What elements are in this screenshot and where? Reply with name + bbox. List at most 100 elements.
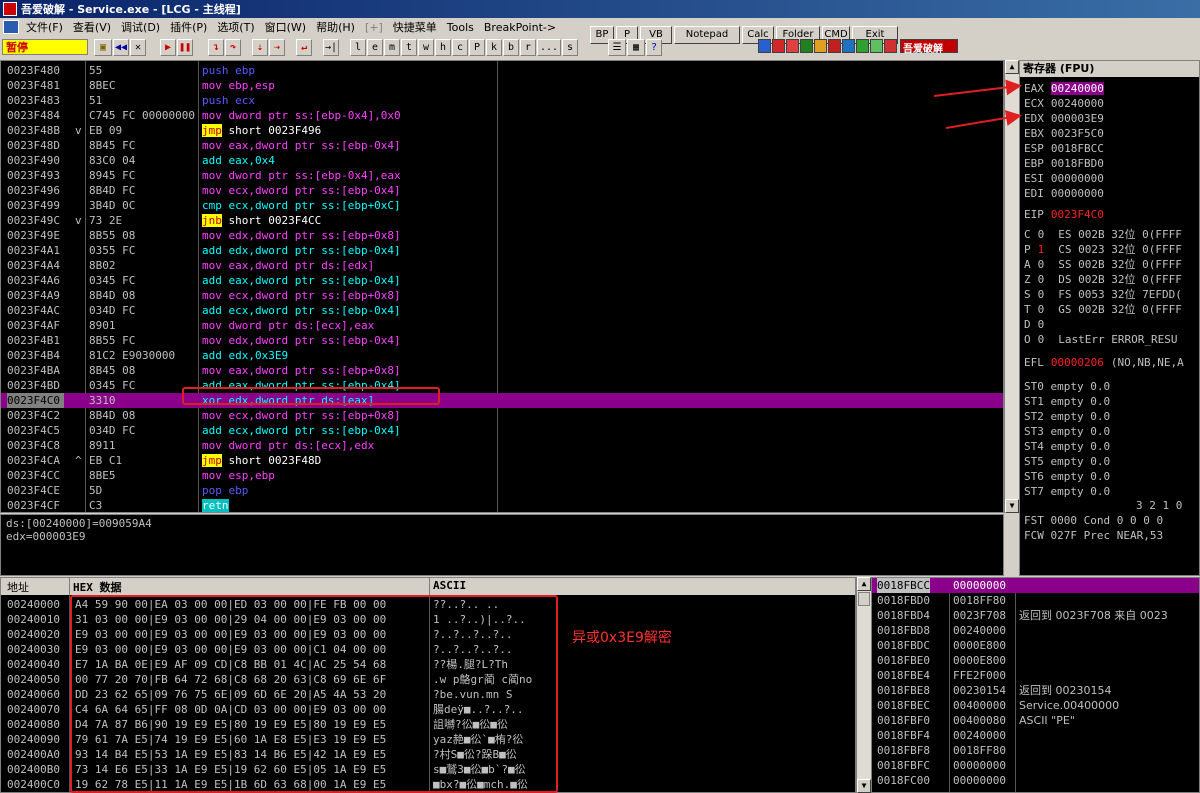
stack-row[interactable]: 0018FBE4 FFE2F000 <box>872 668 1199 683</box>
dump-header-ascii[interactable]: ASCII <box>433 579 466 592</box>
disasm-row[interactable]: 0023F4AF 8901 mov dword ptr ds:[ecx],eax <box>1 318 1003 333</box>
plugin-icon-8[interactable] <box>856 39 869 53</box>
window-runtrace-button[interactable]: ... <box>537 39 561 56</box>
disasm-row[interactable]: 0023F480 55 push ebp <box>1 63 1003 78</box>
disasm-row[interactable]: 0023F49C v 73 2E jnb short 0023F4CC <box>1 213 1003 228</box>
flag-c[interactable]: C 0 ES 002B 32位 0(FFFF <box>1024 227 1182 242</box>
goto-icon[interactable]: →| <box>323 39 339 56</box>
execute-till-return-icon[interactable]: ↵ <box>296 39 312 56</box>
disassembly-pane[interactable]: 0023F480 55 push ebp 0023F481 8BEC mov ebp,es… <box>0 60 1004 513</box>
disasm-row[interactable]: 0023F490 83C0 04 add eax,0x4 <box>1 153 1003 168</box>
restart-icon[interactable]: ◀◀ <box>113 39 129 56</box>
list-icon[interactable]: ☰ <box>608 39 626 56</box>
stack-row[interactable]: 0018FBD4 0023F708 返回到 0023F708 来自 0023 <box>872 608 1199 623</box>
help-icon[interactable]: ? <box>646 39 662 56</box>
menu-view[interactable]: 查看(V) <box>68 19 116 35</box>
register-esi[interactable]: ESI 00000000 <box>1024 171 1104 186</box>
fpu-control-word[interactable]: FCW 027F Prec NEAR,53 <box>1024 528 1163 543</box>
stack-row[interactable]: 0018FBF8 0018FF80 <box>872 743 1199 758</box>
menu-plus[interactable]: [+] <box>360 21 388 34</box>
register-ecx[interactable]: ECX 00240000 <box>1024 96 1104 111</box>
flag-p[interactable]: P 1 CS 0023 32位 0(FFFF <box>1024 242 1182 257</box>
plugin-icon-4[interactable] <box>800 39 813 53</box>
stack-row[interactable]: 0018FBD8 00240000 <box>872 623 1199 638</box>
disasm-row[interactable]: 0023F4BA 8B45 08 mov eax,dword ptr ss:[ebp… <box>1 363 1003 378</box>
register-ebx[interactable]: EBX 0023F5C0 <box>1024 126 1104 141</box>
window-breakpoints-button[interactable]: b <box>503 39 519 56</box>
disasm-row[interactable]: 0023F481 8BEC mov ebp,esp <box>1 78 1003 93</box>
fpu-register[interactable]: ST7 empty 0.0 <box>1024 484 1110 499</box>
disassembly-scrollbar[interactable]: ▲ ▼ <box>1004 60 1019 513</box>
trace-over-icon[interactable]: ⇢ <box>269 39 285 56</box>
stack-row[interactable]: 0018FBE8 00230154 返回到 00230154 <box>872 683 1199 698</box>
menu-breakpoint[interactable]: BreakPoint-> <box>479 21 561 34</box>
menu-options[interactable]: 选项(T) <box>212 19 259 35</box>
fpu-register[interactable]: ST5 empty 0.0 <box>1024 454 1110 469</box>
register-value[interactable]: 0018FBCC <box>1051 142 1104 155</box>
plugin-icon-7[interactable] <box>842 39 855 53</box>
close-icon[interactable]: ✕ <box>130 39 146 56</box>
register-ebp[interactable]: EBP 0018FBD0 <box>1024 156 1104 171</box>
dump-header-address[interactable]: 地址 <box>7 579 29 595</box>
stack-row[interactable]: 0018FBEC 00400000 Service.00400000 <box>872 698 1199 713</box>
disasm-row[interactable]: 0023F4A6 0345 FC add eax,dword ptr ss:[ebp… <box>1 273 1003 288</box>
step-over-icon[interactable]: ↷ <box>225 39 241 56</box>
register-esp[interactable]: ESP 0018FBCC <box>1024 141 1104 156</box>
disasm-row[interactable]: 0023F48B v EB 09 jmp short 0023F496 <box>1 123 1003 138</box>
fpu-status-word[interactable]: FST 0000 Cond 0 0 0 0 <box>1024 513 1163 528</box>
menu-tools[interactable]: Tools <box>442 21 479 34</box>
flag-o[interactable]: O 0 LastErr ERROR_RESU <box>1024 332 1177 347</box>
flag-value[interactable]: 0 <box>1038 273 1045 286</box>
disasm-row[interactable]: 0023F4C2 8B4D 08 mov ecx,dword ptr ss:[ebp… <box>1 408 1003 423</box>
stack-row[interactable]: 0018FC00 00000000 <box>872 773 1199 788</box>
register-value[interactable]: 00000206 <box>1051 356 1104 369</box>
scroll-down-icon[interactable]: ▼ <box>1005 499 1019 513</box>
register-edi[interactable]: EDI 00000000 <box>1024 186 1104 201</box>
fpu-register[interactable]: ST4 empty 0.0 <box>1024 439 1110 454</box>
stack-row[interactable]: 0018FBF4 00240000 <box>872 728 1199 743</box>
register-value[interactable]: 000003E9 <box>1051 112 1104 125</box>
stack-row[interactable]: 0018FBFC 00000000 <box>872 758 1199 773</box>
window-callstack-button[interactable]: k <box>486 39 502 56</box>
pause-icon[interactable]: ❚❚ <box>177 39 193 56</box>
trace-into-icon[interactable]: ⇣ <box>252 39 268 56</box>
dump-header-hex[interactable]: HEX 数据 <box>73 579 122 595</box>
dump-scroll-thumb[interactable] <box>858 592 870 606</box>
disasm-row[interactable]: 0023F493 8945 FC mov dword ptr ss:[ebp-0x4… <box>1 168 1003 183</box>
flag-a[interactable]: A 0 SS 002B 32位 0(FFFF <box>1024 257 1182 272</box>
stack-row[interactable]: 0018FBF0 00400080 ASCII "PE" <box>872 713 1199 728</box>
stack-row[interactable]: 0018FBCC 00000000 <box>872 578 1199 593</box>
window-log-button[interactable]: l <box>350 39 366 56</box>
fpu-bits-header[interactable]: 3 2 1 0 <box>1136 498 1182 513</box>
window-source-button[interactable]: s <box>562 39 578 56</box>
disasm-row[interactable]: 0023F4B1 8B55 FC mov edx,dword ptr ss:[ebp… <box>1 333 1003 348</box>
disasm-row[interactable]: 0023F483 51 push ecx <box>1 93 1003 108</box>
disasm-row[interactable]: 0023F4C5 034D FC add ecx,dword ptr ss:[ebp… <box>1 423 1003 438</box>
register-value[interactable]: 0023F5C0 <box>1051 127 1104 140</box>
window-windows-button[interactable]: w <box>418 39 434 56</box>
disasm-row[interactable]: 0023F48D 8B45 FC mov eax,dword ptr ss:[ebp… <box>1 138 1003 153</box>
disasm-row[interactable]: 0023F496 8B4D FC mov ecx,dword ptr ss:[ebp… <box>1 183 1003 198</box>
stack-row[interactable]: 0018FBE0 0000E800 <box>872 653 1199 668</box>
flag-value[interactable]: 0 <box>1038 258 1045 271</box>
disasm-row[interactable]: 0023F4CF C3 retn <box>1 498 1003 512</box>
disasm-row[interactable]: 0023F4C0 3310 xor edx,dword ptr ds:[eax] <box>1 393 1003 408</box>
scroll-up-icon[interactable]: ▲ <box>1005 60 1019 74</box>
menu-quick[interactable]: 快捷菜单 <box>388 19 442 35</box>
menu-file[interactable]: 文件(F) <box>21 19 68 35</box>
disasm-row[interactable]: 0023F49E 8B55 08 mov edx,dword ptr ss:[ebp… <box>1 228 1003 243</box>
flag-d[interactable]: D0 <box>1024 317 1058 332</box>
fpu-register[interactable]: ST2 empty 0.0 <box>1024 409 1110 424</box>
disasm-row[interactable]: 0023F4A4 8B02 mov eax,dword ptr ds:[edx] <box>1 258 1003 273</box>
flag-value[interactable]: 0 <box>1038 303 1045 316</box>
register-value[interactable]: 00240000 <box>1050 82 1104 95</box>
disasm-row[interactable]: 0023F4CA ^ EB C1 jmp short 0023F48D <box>1 453 1003 468</box>
register-edx[interactable]: EDX 000003E9 <box>1024 111 1104 126</box>
disasm-row[interactable]: 0023F4AC 034D FC add ecx,dword ptr ss:[ebp… <box>1 303 1003 318</box>
window-exe-button[interactable]: e <box>367 39 383 56</box>
register-value[interactable]: 00000000 <box>1051 187 1104 200</box>
fpu-register[interactable]: ST3 empty 0.0 <box>1024 424 1110 439</box>
window-threads-button[interactable]: t <box>401 39 417 56</box>
flag-value[interactable]: 0 <box>1038 228 1045 241</box>
plugin-icon-6[interactable] <box>828 39 841 53</box>
